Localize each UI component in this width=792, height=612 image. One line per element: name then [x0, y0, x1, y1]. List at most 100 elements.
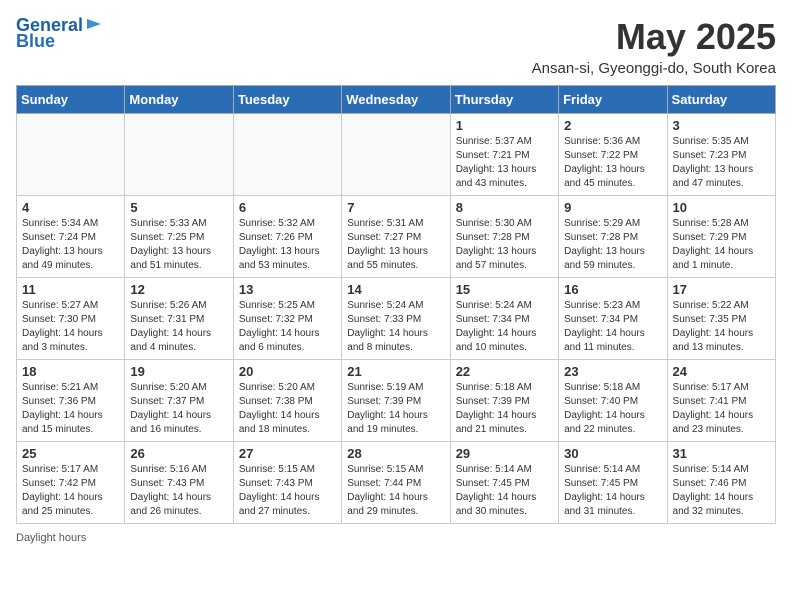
- day-number: 11: [22, 282, 119, 297]
- day-number: 9: [564, 200, 661, 215]
- day-info: Sunrise: 5:24 AMSunset: 7:34 PMDaylight:…: [456, 299, 553, 355]
- day-number: 31: [673, 446, 770, 461]
- calendar-cell: [125, 114, 233, 196]
- calendar-cell: 24 Sunrise: 5:17 AMSunset: 7:41 PMDayligh…: [667, 360, 775, 442]
- day-info: Sunrise: 5:14 AMSunset: 7:46 PMDaylight:…: [673, 463, 770, 519]
- calendar-week-row: 18 Sunrise: 5:21 AMSunset: 7:36 PMDayligh…: [17, 360, 776, 442]
- day-number: 29: [456, 446, 553, 461]
- day-info: Sunrise: 5:17 AMSunset: 7:41 PMDaylight:…: [673, 381, 770, 437]
- day-number: 17: [673, 282, 770, 297]
- day-number: 23: [564, 364, 661, 379]
- calendar-cell: 20 Sunrise: 5:20 AMSunset: 7:38 PMDayligh…: [233, 360, 341, 442]
- day-number: 13: [239, 282, 336, 297]
- calendar-cell: 30Sunrise: 5:14 AMSunset: 7:45 PMDayligh…: [559, 442, 667, 524]
- day-number: 4: [22, 200, 119, 215]
- calendar-table: SundayMondayTuesdayWednesdayThursdayFrid…: [16, 85, 776, 524]
- calendar-cell: 28Sunrise: 5:15 AMSunset: 7:44 PMDayligh…: [342, 442, 450, 524]
- day-info: Sunrise: 5:24 AMSunset: 7:33 PMDaylight:…: [347, 299, 444, 355]
- day-info: Sunrise: 5:14 AMSunset: 7:45 PMDaylight:…: [456, 463, 553, 519]
- day-number: 20: [239, 364, 336, 379]
- calendar-cell: 31 Sunrise: 5:14 AMSunset: 7:46 PMDayligh…: [667, 442, 775, 524]
- day-info: Sunrise: 5:18 AMSunset: 7:40 PMDaylight:…: [564, 381, 661, 437]
- day-number: 14: [347, 282, 444, 297]
- location-subtitle: Ansan-si, Gyeonggi-do, South Korea: [532, 60, 776, 77]
- day-info: Sunrise: 5:26 AMSunset: 7:31 PMDaylight:…: [130, 299, 227, 355]
- calendar-cell: 17 Sunrise: 5:22 AMSunset: 7:35 PMDayligh…: [667, 278, 775, 360]
- day-number: 8: [456, 200, 553, 215]
- day-info: Sunrise: 5:37 AMSunset: 7:21 PMDaylight:…: [456, 135, 553, 191]
- calendar-day-header: Monday: [125, 86, 233, 114]
- day-number: 12: [130, 282, 227, 297]
- calendar-week-row: 11 Sunrise: 5:27 AMSunset: 7:30 PMDayligh…: [17, 278, 776, 360]
- calendar-cell: 10Sunrise: 5:28 AMSunset: 7:29 PMDayligh…: [667, 196, 775, 278]
- calendar-week-row: 25 Sunrise: 5:17 AMSunset: 7:42 PMDayligh…: [17, 442, 776, 524]
- calendar-cell: 22 Sunrise: 5:18 AMSunset: 7:39 PMDayligh…: [450, 360, 558, 442]
- day-number: 26: [130, 446, 227, 461]
- calendar-cell: 15 Sunrise: 5:24 AMSunset: 7:34 PMDayligh…: [450, 278, 558, 360]
- calendar-cell: [342, 114, 450, 196]
- day-info: Sunrise: 5:27 AMSunset: 7:30 PMDaylight:…: [22, 299, 119, 355]
- day-info: Sunrise: 5:20 AMSunset: 7:37 PMDaylight:…: [130, 381, 227, 437]
- day-info: Sunrise: 5:28 AMSunset: 7:29 PMDaylight:…: [673, 217, 770, 273]
- day-number: 25: [22, 446, 119, 461]
- calendar-day-header: Tuesday: [233, 86, 341, 114]
- day-info: Sunrise: 5:16 AMSunset: 7:43 PMDaylight:…: [130, 463, 227, 519]
- day-info: Sunrise: 5:14 AMSunset: 7:45 PMDaylight:…: [564, 463, 661, 519]
- day-info: Sunrise: 5:34 AMSunset: 7:24 PMDaylight:…: [22, 217, 119, 273]
- calendar-cell: 29 Sunrise: 5:14 AMSunset: 7:45 PMDayligh…: [450, 442, 558, 524]
- day-number: 27: [239, 446, 336, 461]
- calendar-cell: 23 Sunrise: 5:18 AMSunset: 7:40 PMDayligh…: [559, 360, 667, 442]
- day-number: 7: [347, 200, 444, 215]
- day-number: 2: [564, 118, 661, 133]
- calendar-cell: 18 Sunrise: 5:21 AMSunset: 7:36 PMDayligh…: [17, 360, 125, 442]
- calendar-cell: [17, 114, 125, 196]
- day-number: 19: [130, 364, 227, 379]
- calendar-cell: 2Sunrise: 5:36 AMSunset: 7:22 PMDaylight…: [559, 114, 667, 196]
- logo-arrow-icon: [85, 15, 103, 33]
- day-number: 24: [673, 364, 770, 379]
- calendar-cell: 8 Sunrise: 5:30 AMSunset: 7:28 PMDaylight…: [450, 196, 558, 278]
- day-info: Sunrise: 5:18 AMSunset: 7:39 PMDaylight:…: [456, 381, 553, 437]
- footer-daylight: Daylight hours: [16, 532, 776, 544]
- day-number: 22: [456, 364, 553, 379]
- calendar-cell: [233, 114, 341, 196]
- calendar-cell: 4 Sunrise: 5:34 AMSunset: 7:24 PMDaylight…: [17, 196, 125, 278]
- day-number: 21: [347, 364, 444, 379]
- calendar-day-header: Sunday: [17, 86, 125, 114]
- calendar-cell: 3Sunrise: 5:35 AMSunset: 7:23 PMDaylight…: [667, 114, 775, 196]
- calendar-cell: 11 Sunrise: 5:27 AMSunset: 7:30 PMDayligh…: [17, 278, 125, 360]
- calendar-cell: 7Sunrise: 5:31 AMSunset: 7:27 PMDaylight…: [342, 196, 450, 278]
- day-number: 3: [673, 118, 770, 133]
- day-number: 18: [22, 364, 119, 379]
- title-block: May 2025 Ansan-si, Gyeonggi-do, South Ko…: [532, 16, 776, 77]
- day-info: Sunrise: 5:32 AMSunset: 7:26 PMDaylight:…: [239, 217, 336, 273]
- calendar-cell: 6 Sunrise: 5:32 AMSunset: 7:26 PMDaylight…: [233, 196, 341, 278]
- calendar-week-row: 4 Sunrise: 5:34 AMSunset: 7:24 PMDaylight…: [17, 196, 776, 278]
- calendar-week-row: 1Sunrise: 5:37 AMSunset: 7:21 PMDaylight…: [17, 114, 776, 196]
- calendar-header-row: SundayMondayTuesdayWednesdayThursdayFrid…: [17, 86, 776, 114]
- day-number: 15: [456, 282, 553, 297]
- day-info: Sunrise: 5:33 AMSunset: 7:25 PMDaylight:…: [130, 217, 227, 273]
- calendar-cell: 1Sunrise: 5:37 AMSunset: 7:21 PMDaylight…: [450, 114, 558, 196]
- calendar-day-header: Friday: [559, 86, 667, 114]
- calendar-cell: 27Sunrise: 5:15 AMSunset: 7:43 PMDayligh…: [233, 442, 341, 524]
- calendar-cell: 21Sunrise: 5:19 AMSunset: 7:39 PMDayligh…: [342, 360, 450, 442]
- calendar-cell: 14 Sunrise: 5:24 AMSunset: 7:33 PMDayligh…: [342, 278, 450, 360]
- logo-text-blue: Blue: [16, 32, 55, 52]
- calendar-cell: 26 Sunrise: 5:16 AMSunset: 7:43 PMDayligh…: [125, 442, 233, 524]
- day-info: Sunrise: 5:21 AMSunset: 7:36 PMDaylight:…: [22, 381, 119, 437]
- calendar-cell: 25 Sunrise: 5:17 AMSunset: 7:42 PMDayligh…: [17, 442, 125, 524]
- calendar-cell: 16 Sunrise: 5:23 AMSunset: 7:34 PMDayligh…: [559, 278, 667, 360]
- day-info: Sunrise: 5:22 AMSunset: 7:35 PMDaylight:…: [673, 299, 770, 355]
- day-number: 16: [564, 282, 661, 297]
- day-info: Sunrise: 5:30 AMSunset: 7:28 PMDaylight:…: [456, 217, 553, 273]
- day-number: 6: [239, 200, 336, 215]
- calendar-day-header: Wednesday: [342, 86, 450, 114]
- calendar-cell: 13Sunrise: 5:25 AMSunset: 7:32 PMDayligh…: [233, 278, 341, 360]
- day-info: Sunrise: 5:20 AMSunset: 7:38 PMDaylight:…: [239, 381, 336, 437]
- calendar-day-header: Saturday: [667, 86, 775, 114]
- day-number: 5: [130, 200, 227, 215]
- day-info: Sunrise: 5:17 AMSunset: 7:42 PMDaylight:…: [22, 463, 119, 519]
- day-info: Sunrise: 5:23 AMSunset: 7:34 PMDaylight:…: [564, 299, 661, 355]
- calendar-cell: 12 Sunrise: 5:26 AMSunset: 7:31 PMDayligh…: [125, 278, 233, 360]
